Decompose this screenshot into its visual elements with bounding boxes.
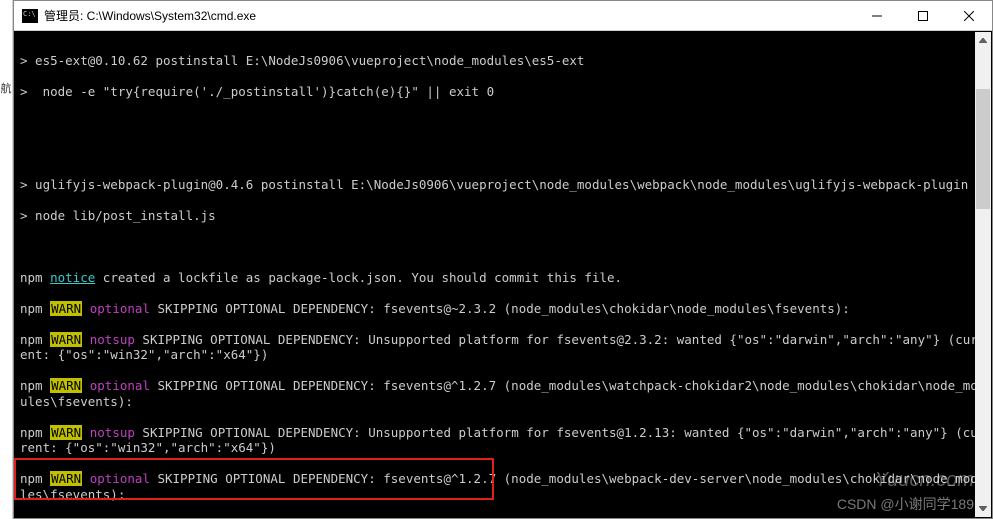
output-line: npm WARN optional SKIPPING OPTIONAL DEPE… [20,378,992,409]
warn-tag: WARN [50,471,82,486]
warn-tag: WARN [50,425,82,440]
vertical-scrollbar[interactable] [975,32,991,517]
npm-prefix: npm [20,425,50,440]
warn-tag: WARN [50,301,82,316]
output-line: npm WARN optional SKIPPING OPTIONAL DEPE… [20,301,992,317]
output-line: > node lib/post_install.js [20,208,992,224]
minimize-button[interactable] [854,1,900,30]
output-line: npm WARN notsup SKIPPING OPTIONAL DEPEND… [20,332,992,363]
msg: SKIPPING OPTIONAL DEPENDENCY: fsevents@~… [150,301,850,316]
output-line [20,146,992,162]
output-line: npm WARN notsup SKIPPING OPTIONAL DEPEND… [20,518,992,519]
npm-prefix: npm [20,378,50,393]
optional-tag: optional [82,471,150,486]
cmd-window: 管理员: C:\Windows\System32\cmd.exe > es5-e… [13,0,993,519]
notsup-tag: notsup [82,332,135,347]
scroll-track[interactable] [975,49,991,500]
warn-tag: WARN [50,378,82,393]
optional-tag: optional [82,378,150,393]
output-line: npm notice created a lockfile as package… [20,270,992,286]
output-line: > uglifyjs-webpack-plugin@0.4.6 postinst… [20,177,992,193]
optional-tag: optional [82,301,150,316]
background-char: 航 [0,80,12,96]
npm-prefix: npm [20,301,50,316]
msg: created a lockfile as package-lock.json.… [95,270,622,285]
npm-prefix: npm [20,270,50,285]
warn-tag: WARN [50,518,82,519]
output-line: npm WARN optional SKIPPING OPTIONAL DEPE… [20,471,992,502]
msg: SKIPPING OPTIONAL DEPENDENCY: fsevents@^… [20,471,985,502]
notice-tag: notice [50,270,95,285]
background-panel: 航 [0,0,13,519]
scroll-up-button[interactable] [975,32,991,49]
notsup-tag: notsup [82,425,135,440]
npm-prefix: npm [20,518,50,519]
output-line [20,239,992,255]
npm-prefix: npm [20,471,50,486]
output-line: npm WARN notsup SKIPPING OPTIONAL DEPEND… [20,425,992,456]
notsup-tag: notsup [82,518,135,519]
close-button[interactable] [946,1,992,30]
msg: SKIPPING OPTIONAL DEPENDENCY: Unsupporte… [20,425,985,456]
terminal-output[interactable]: > es5-ext@0.10.62 postinstall E:\NodeJs0… [14,31,992,518]
scroll-down-button[interactable] [975,500,991,517]
output-line: > es5-ext@0.10.62 postinstall E:\NodeJs0… [20,53,992,69]
warn-tag: WARN [50,332,82,347]
msg: SKIPPING OPTIONAL DEPENDENCY: Unsupporte… [20,332,985,363]
window-buttons [854,1,992,30]
cmd-icon [22,9,38,23]
titlebar[interactable]: 管理员: C:\Windows\System32\cmd.exe [14,1,992,31]
window-title: 管理员: C:\Windows\System32\cmd.exe [44,7,854,24]
msg: SKIPPING OPTIONAL DEPENDENCY: fsevents@^… [20,378,985,409]
msg: SKIPPING OPTIONAL DEPENDENCY: Unsupporte… [20,518,985,519]
output-line: > node -e "try{require('./_postinstall')… [20,84,992,100]
maximize-button[interactable] [900,1,946,30]
scroll-thumb[interactable] [976,89,990,209]
output-line [20,115,992,131]
npm-prefix: npm [20,332,50,347]
